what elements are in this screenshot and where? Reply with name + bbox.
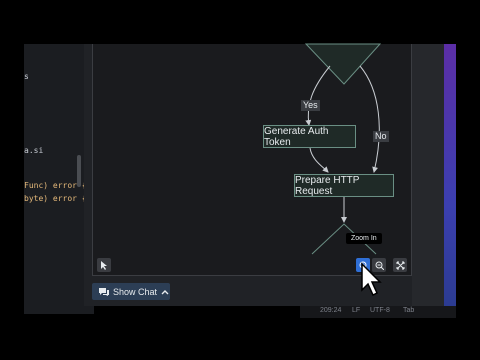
- node-generate-auth-token[interactable]: Generate Auth Token: [263, 125, 356, 148]
- fit-view-icon: [396, 261, 404, 269]
- file-encoding[interactable]: UTF-8: [370, 307, 390, 314]
- edge-label-yes: Yes: [301, 100, 320, 111]
- cursor-icon: [101, 260, 107, 270]
- fit-view-button[interactable]: [393, 258, 407, 272]
- edge-no: [359, 65, 380, 173]
- mouse-pointer-icon: [361, 262, 382, 297]
- indentation[interactable]: Tab: [403, 307, 414, 314]
- chat-icon: [99, 287, 109, 296]
- show-chat-label: Show Chat: [113, 286, 158, 297]
- zoom-in-tooltip: Zoom In: [346, 233, 382, 244]
- select-tool-button[interactable]: [97, 258, 111, 272]
- edge-generate-prepare: [309, 147, 329, 173]
- edge-yes: [305, 65, 331, 126]
- node-prepare-http-request[interactable]: Prepare HTTP Request: [294, 174, 394, 197]
- node-label: Generate Auth Token: [264, 125, 329, 148]
- show-chat-button[interactable]: Show Chat: [92, 283, 170, 300]
- line-ending[interactable]: LF: [352, 307, 360, 314]
- node-label: Prepare HTTP Request: [295, 174, 360, 197]
- decision-node: [304, 43, 382, 85]
- edge-label-no: No: [373, 131, 389, 142]
- cursor-position[interactable]: 209:24: [320, 307, 341, 314]
- chevron-up-icon: [161, 289, 169, 294]
